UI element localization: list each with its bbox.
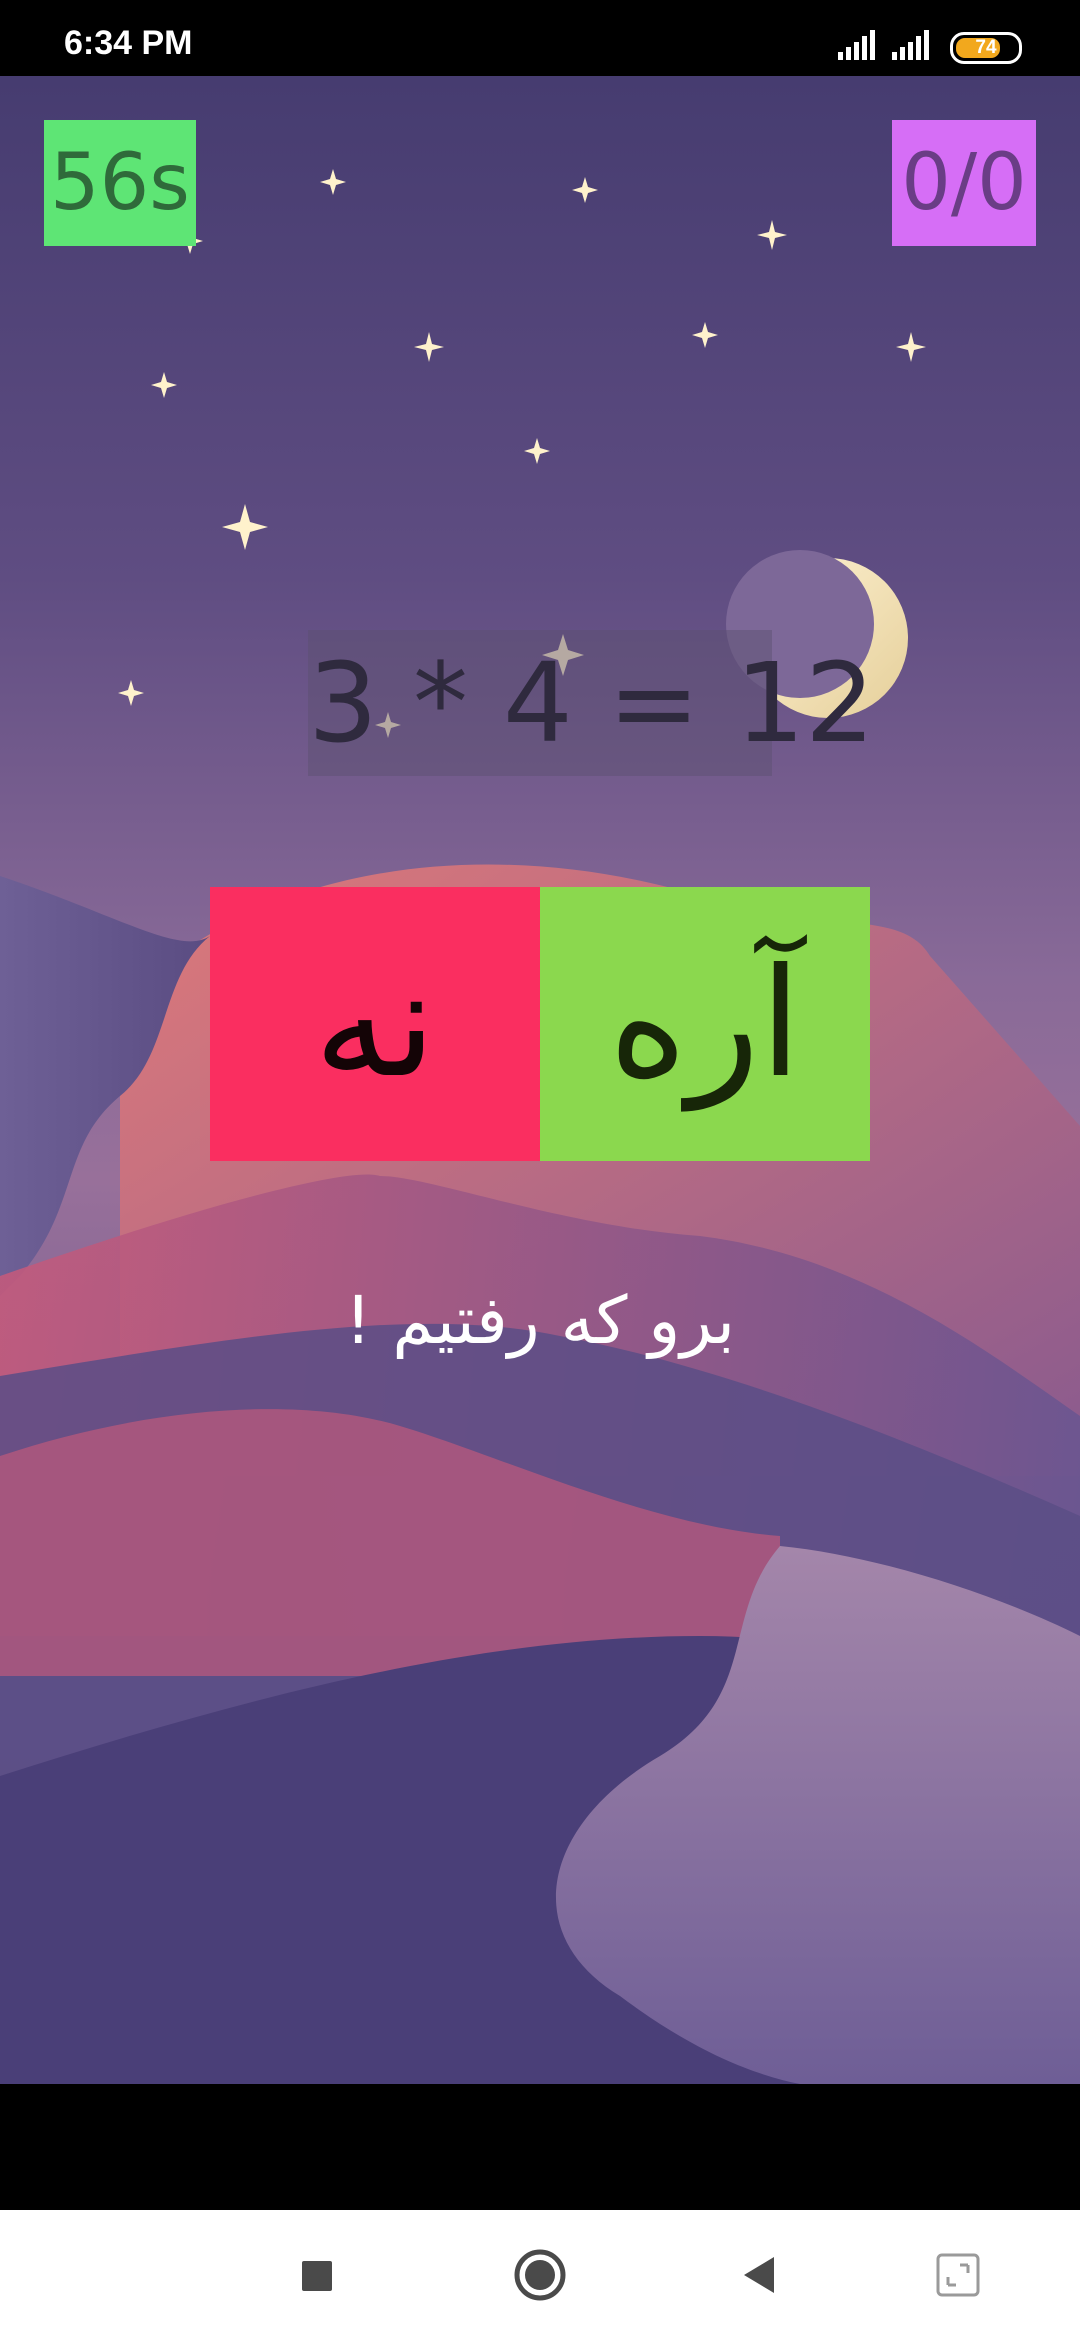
game-area: 56s 0/0 3 * 4 = 12 نه آره برو که رفتیم ! bbox=[0, 76, 1080, 2084]
home-icon[interactable] bbox=[510, 2245, 570, 2305]
back-icon[interactable] bbox=[730, 2245, 790, 2305]
timer-badge: 56s bbox=[44, 120, 196, 246]
status-time: 6:34 PM bbox=[64, 24, 193, 62]
answer-buttons: نه آره bbox=[210, 887, 870, 1161]
message-text: برو که رفتیم ! bbox=[344, 1282, 736, 1359]
no-button[interactable]: نه bbox=[210, 887, 540, 1161]
status-icons: 74 bbox=[838, 30, 1022, 64]
status-bar: 6:34 PM 74 bbox=[0, 0, 1080, 76]
navigation-bar bbox=[0, 2210, 1080, 2340]
yes-button[interactable]: آره bbox=[540, 887, 870, 1161]
signal-icon bbox=[838, 30, 878, 60]
screen-rotate-icon[interactable] bbox=[928, 2245, 988, 2305]
battery-icon: 74 bbox=[950, 32, 1022, 64]
score-badge: 0/0 bbox=[892, 120, 1036, 246]
battery-level: 74 bbox=[975, 37, 997, 58]
equation-display: 3 * 4 = 12 bbox=[308, 630, 875, 776]
recent-apps-icon[interactable] bbox=[286, 2245, 346, 2305]
bottom-black-band bbox=[0, 2084, 1080, 2210]
signal-icon bbox=[892, 30, 932, 60]
